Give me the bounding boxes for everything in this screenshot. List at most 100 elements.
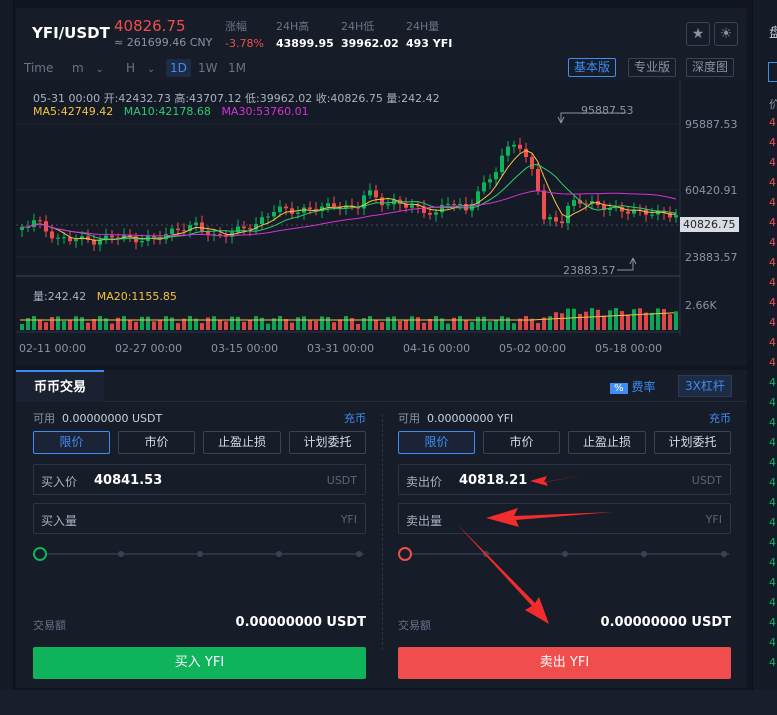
orderbook-row[interactable]: 4 — [769, 436, 776, 449]
volume-bar — [206, 317, 210, 330]
buy-slider-stop[interactable] — [356, 551, 362, 557]
volume-bar — [620, 311, 624, 330]
candle-body — [242, 226, 246, 229]
view-basic-button[interactable]: 基本版 — [568, 58, 617, 77]
buy-slider-stop[interactable] — [118, 551, 124, 557]
buy-amount-label: 交易额 — [33, 619, 66, 632]
candle-body — [74, 239, 78, 242]
orderbook-row[interactable]: 价 — [769, 96, 777, 112]
candle-body — [374, 190, 378, 198]
sell-order-market[interactable]: 市价 — [483, 431, 560, 454]
tab-spot-trading[interactable]: 币币交易 — [16, 370, 104, 402]
orderbook-row[interactable]: 4 — [769, 296, 776, 309]
sell-slider-stop[interactable] — [641, 551, 647, 557]
buy-slider-stop[interactable] — [276, 551, 282, 557]
buy-order-plan[interactable]: 计划委托 — [289, 431, 366, 454]
orderbook-row[interactable]: 4 — [769, 496, 776, 509]
buy-order-stop[interactable]: 止盈止损 — [203, 431, 281, 454]
orderbook-row[interactable]: 4 — [769, 556, 776, 569]
pair-name[interactable]: YFI/USDT — [32, 24, 110, 42]
buy-submit-button[interactable]: 买入 YFI — [33, 647, 366, 679]
sell-quantity-unit: YFI — [705, 513, 722, 526]
orderbook-row[interactable]: 4 — [769, 276, 776, 289]
kline-chart[interactable]: 05-31 00:00 开:42432.73 高:43707.12 低:3996… — [16, 80, 747, 365]
candle-body — [248, 228, 252, 230]
orderbook-row[interactable]: 4 — [769, 476, 776, 489]
orderbook-row[interactable]: 4 — [769, 236, 776, 249]
orderbook-row[interactable]: 4 — [769, 316, 776, 329]
chevron-down-icon: ⌄ — [95, 64, 104, 75]
buy-price-field[interactable]: 买入价 40841.53 USDT — [33, 464, 366, 495]
orderbook-row[interactable]: 4 — [769, 396, 776, 409]
sell-price-field[interactable]: 卖出价 40818.21 USDT — [398, 464, 731, 495]
sell-slider-stop[interactable] — [721, 551, 727, 557]
orderbook-row[interactable]: 4 — [769, 456, 776, 469]
orderbook-row[interactable]: 4 — [769, 516, 776, 529]
orderbook-row[interactable]: 4 — [769, 636, 776, 649]
orderbook-row[interactable]: 4 — [769, 216, 776, 229]
y-tick-label: 23883.57 — [685, 251, 738, 264]
orderbook-row[interactable]: 4 — [769, 336, 776, 349]
sell-order-limit[interactable]: 限价 — [398, 431, 475, 454]
interval-1w[interactable]: 1W — [194, 59, 222, 77]
buy-order-limit[interactable]: 限价 — [33, 431, 110, 454]
orderbook-row[interactable]: 4 — [769, 256, 776, 269]
sell-quantity-label: 卖出量 — [406, 514, 443, 528]
candle-body — [200, 222, 204, 231]
interval-minute-dropdown[interactable]: m ⌄ — [68, 59, 108, 77]
favorite-button[interactable]: ★ — [686, 22, 710, 46]
fee-rate-link[interactable]: % 费率 — [610, 378, 656, 395]
interval-1m[interactable]: 1M — [224, 59, 250, 77]
buy-percent-slider[interactable] — [33, 547, 366, 561]
buy-slider-handle[interactable] — [33, 547, 47, 561]
view-depth-button[interactable]: 深度图 — [686, 58, 735, 77]
volume-bar — [344, 316, 348, 330]
orderbook-row[interactable]: 4 — [769, 376, 776, 389]
orderbook-row[interactable]: 4 — [769, 596, 776, 609]
buy-order-market[interactable]: 市价 — [118, 431, 195, 454]
interval-hour-dropdown[interactable]: H ⌄ — [122, 59, 159, 77]
view-pro-button[interactable]: 专业版 — [628, 58, 677, 77]
ma30-line — [22, 190, 677, 237]
leverage-button[interactable]: 3X杠杆 — [678, 375, 732, 397]
theme-toggle-button[interactable]: ☀ — [714, 22, 738, 46]
orderbook-row[interactable]: 4 — [769, 136, 776, 149]
volume-bar — [566, 308, 570, 330]
sell-slider-stop[interactable] — [562, 551, 568, 557]
orderbook-row[interactable]: 4 — [769, 356, 776, 369]
orderbook-row[interactable]: 4 — [769, 196, 776, 209]
volume-bar — [668, 314, 672, 330]
volume-bar — [200, 323, 204, 330]
volume-bar — [50, 316, 54, 330]
sell-available-value: 0.00000000 YFI — [427, 412, 514, 425]
sell-order-plan[interactable]: 计划委托 — [654, 431, 731, 454]
interval-1d[interactable]: 1D — [166, 59, 191, 77]
volume-bar — [656, 308, 660, 330]
orderbook-row[interactable]: 4 — [769, 656, 776, 669]
buy-deposit-link[interactable]: 充币 — [344, 410, 366, 426]
orderbook-row[interactable]: 4 — [769, 616, 776, 629]
orderbook-row[interactable]: 4 — [769, 116, 776, 129]
sell-slider-stop[interactable] — [483, 551, 489, 557]
sell-order-stop[interactable]: 止盈止损 — [568, 431, 646, 454]
orderbook-row[interactable]: 4 — [769, 176, 776, 189]
orderbook-row[interactable]: 4 — [769, 576, 776, 589]
volume-bar — [68, 320, 72, 330]
sell-quantity-field[interactable]: 卖出量 YFI — [398, 503, 731, 534]
orderbook-row[interactable]: 4 — [769, 156, 776, 169]
orderbook-row[interactable]: 4 — [769, 416, 776, 429]
buy-price-value: 40841.53 — [94, 473, 163, 488]
volume-bar — [572, 308, 576, 330]
interval-time[interactable]: Time — [20, 59, 57, 77]
orderbook-toggle[interactable] — [768, 62, 777, 82]
sell-deposit-link[interactable]: 充币 — [709, 410, 731, 426]
sell-submit-button[interactable]: 卖出 YFI — [398, 647, 731, 679]
orderbook-row[interactable]: 4 — [769, 536, 776, 549]
sell-percent-slider[interactable] — [398, 547, 731, 561]
sell-slider-handle[interactable] — [398, 547, 412, 561]
volume-bar — [476, 316, 480, 330]
volume-bar — [422, 322, 426, 330]
buy-slider-stop[interactable] — [197, 551, 203, 557]
y-tick-label: 95887.53 — [685, 118, 738, 131]
buy-quantity-field[interactable]: 买入量 YFI — [33, 503, 366, 534]
